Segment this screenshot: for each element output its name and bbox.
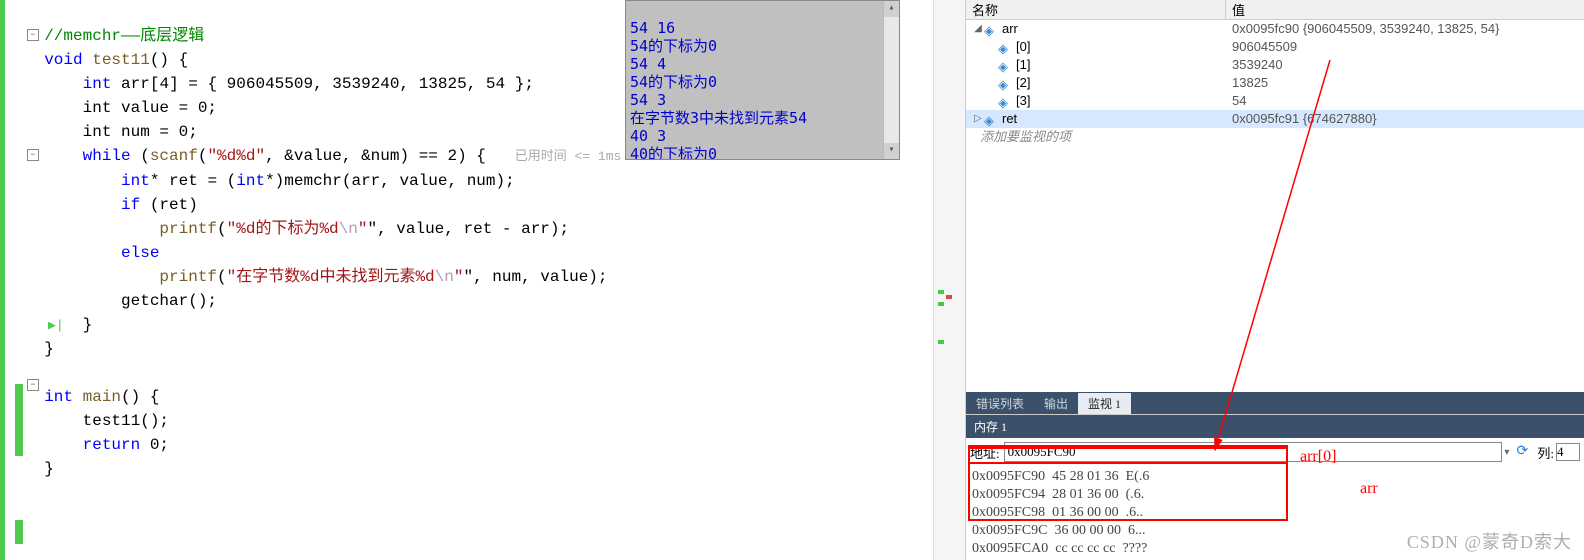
- bottom-tabs: 错误列表 输出 监视 1: [966, 392, 1584, 414]
- watermark: CSDN @蒙奇D索大: [1407, 528, 1572, 554]
- editor-gutter: [0, 0, 22, 560]
- scroll-down-icon[interactable]: ▾: [884, 143, 899, 159]
- refresh-icon[interactable]: ⟳: [1513, 443, 1531, 461]
- variable-icon: ◈: [998, 58, 1012, 72]
- memory-addr-input[interactable]: [1004, 442, 1503, 462]
- watch-row[interactable]: ◈[1] 3539240: [966, 56, 1584, 74]
- memory-addr-label: 地址:: [970, 443, 1000, 462]
- change-marker: [15, 408, 23, 456]
- watch-col-name-header[interactable]: 名称: [966, 0, 1226, 19]
- expand-toggle[interactable]: ◢: [972, 20, 984, 38]
- expand-toggle[interactable]: ▷: [972, 110, 984, 128]
- console-output: 54 16 54的下标为0 54 4 54的下标为0 54 3 在字节数3中未找…: [625, 0, 900, 160]
- tab-watch[interactable]: 监视 1: [1078, 393, 1131, 414]
- editor-minimap[interactable]: [933, 0, 965, 560]
- tab-error-list[interactable]: 错误列表: [966, 393, 1034, 414]
- variable-icon: ◈: [984, 112, 998, 126]
- watch-col-value-header[interactable]: 值: [1226, 0, 1584, 19]
- variable-icon: ◈: [998, 76, 1012, 90]
- code-editor[interactable]: − − − ▶| //memchr——底层逻辑 void test11() { …: [0, 0, 965, 560]
- dropdown-icon[interactable]: ▾: [1504, 447, 1509, 458]
- watch-header: 名称 值: [966, 0, 1584, 20]
- memory-line: 0x0095FC94 28 01 36 00 (.6.: [972, 486, 1578, 504]
- watch-row[interactable]: ◢◈arr 0x0095fc90 {906045509, 3539240, 13…: [966, 20, 1584, 38]
- scroll-up-icon[interactable]: ▴: [884, 1, 899, 17]
- variable-icon: ◈: [998, 40, 1012, 54]
- tab-output[interactable]: 输出: [1034, 393, 1078, 414]
- variable-icon: ◈: [984, 22, 998, 36]
- watch-row[interactable]: ◈[0] 906045509: [966, 38, 1584, 56]
- add-watch-row[interactable]: 添加要监视的项: [966, 128, 1584, 146]
- memory-col-label: 列:: [1537, 443, 1554, 462]
- memory-line: 0x0095FC90 45 28 01 36 E(.6: [972, 468, 1578, 486]
- memory-col-input[interactable]: [1556, 443, 1580, 461]
- change-marker: [15, 384, 23, 408]
- memory-line: 0x0095FC98 01 36 00 00 .6..: [972, 504, 1578, 522]
- debug-panel: 名称 值 ◢◈arr 0x0095fc90 {906045509, 353924…: [965, 0, 1584, 560]
- watch-row[interactable]: ▷◈ret 0x0095fc91 {674627880}: [966, 110, 1584, 128]
- memory-title: 内存 1: [966, 415, 1584, 438]
- variable-icon: ◈: [998, 94, 1012, 108]
- watch-body[interactable]: ◢◈arr 0x0095fc90 {906045509, 3539240, 13…: [966, 20, 1584, 392]
- watch-row[interactable]: ◈[2] 13825: [966, 74, 1584, 92]
- console-scrollbar[interactable]: ▴ ▾: [883, 1, 899, 159]
- watch-row[interactable]: ◈[3] 54: [966, 92, 1584, 110]
- change-marker: [15, 520, 23, 544]
